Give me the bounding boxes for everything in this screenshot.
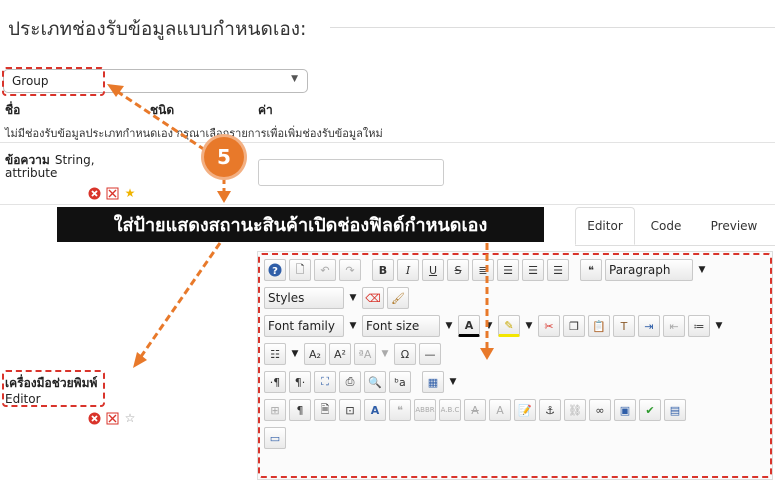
step-number-badge: 5 — [204, 137, 244, 177]
annotation-banner: ใส่ป้ายแสดงสถานะสินค้าเปิดช่องฟิลด์กำหนด… — [57, 207, 544, 242]
